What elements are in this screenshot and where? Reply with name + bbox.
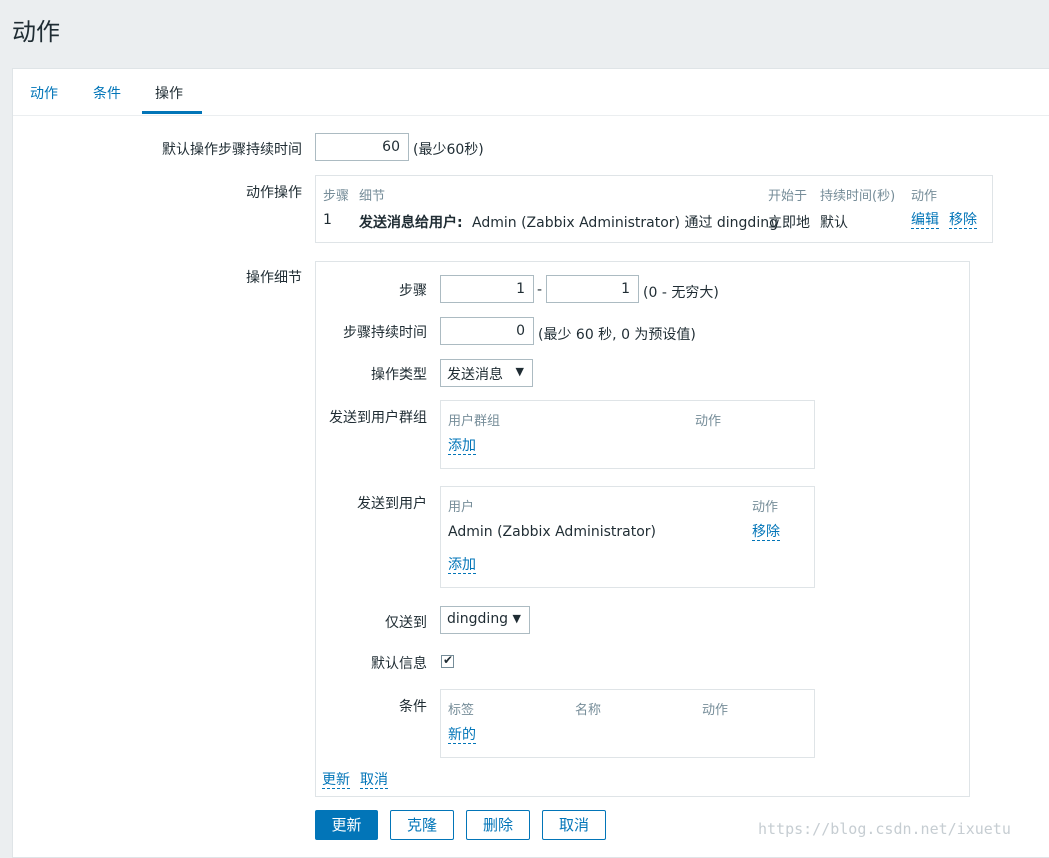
- dropdown-arrow-icon: ▼: [515, 365, 524, 378]
- operations-header-duration: 持续时间(秒): [820, 189, 896, 204]
- groups-header-action: 动作: [695, 414, 722, 429]
- page-header: 动作: [0, 0, 1049, 52]
- conditions-table: 标签 名称 动作 新的: [440, 689, 815, 758]
- default-duration-hint: (最少60秒): [413, 142, 484, 158]
- operations-header-action: 动作: [911, 189, 938, 204]
- remove-operation-link[interactable]: 移除: [949, 212, 977, 229]
- step-to-input[interactable]: [546, 275, 639, 303]
- default-duration-input[interactable]: [315, 133, 409, 161]
- add-user-link[interactable]: 添加: [448, 557, 476, 574]
- cancel-button[interactable]: 取消: [542, 810, 606, 840]
- conditions-header-action: 动作: [702, 703, 729, 718]
- dropdown-arrow-icon: ▼: [512, 612, 521, 625]
- send-groups-label: 发送到用户群组: [329, 410, 427, 426]
- op-type-value: 发送消息: [447, 367, 503, 383]
- details-update-link[interactable]: 更新: [322, 772, 350, 789]
- operation-duration: 默认: [820, 215, 848, 231]
- send-users-table: 用户 动作 Admin (Zabbix Administrator) 移除 添加: [440, 486, 815, 588]
- default-message-checkbox[interactable]: ✔: [441, 653, 454, 668]
- op-type-select[interactable]: 发送消息 ▼: [440, 359, 533, 387]
- operation-start: 立即地: [768, 215, 810, 231]
- add-group-link[interactable]: 添加: [448, 438, 476, 455]
- clone-button[interactable]: 克隆: [390, 810, 454, 840]
- step-duration-hint: (最少 60 秒, 0 为预设值): [538, 327, 696, 343]
- send-only-value: dingding: [447, 611, 509, 627]
- step-separator: -: [537, 282, 543, 298]
- op-type-label: 操作类型: [371, 367, 427, 383]
- update-button[interactable]: 更新: [315, 810, 378, 840]
- active-tab-indicator: [142, 111, 202, 114]
- step-duration-input[interactable]: [440, 317, 534, 345]
- operation-detail-text: Admin (Zabbix Administrator) 通过 dingding: [472, 215, 778, 231]
- step-duration-label: 步骤持续时间: [343, 325, 427, 341]
- users-header-user: 用户: [448, 500, 475, 515]
- operations-header-step: 步骤: [323, 189, 350, 204]
- send-only-label: 仅送到: [385, 615, 427, 631]
- new-condition-link[interactable]: 新的: [448, 727, 476, 744]
- conditions-header-tag: 标签: [448, 703, 475, 718]
- conditions-header-name: 名称: [575, 703, 602, 718]
- tab-conditions[interactable]: 条件: [93, 83, 121, 103]
- operations-label: 动作操作: [246, 185, 302, 201]
- details-cancel-link[interactable]: 取消: [360, 772, 388, 789]
- operations-header-start: 开始于: [768, 189, 808, 204]
- users-header-action: 动作: [752, 500, 779, 515]
- send-groups-table: 用户群组 动作 添加: [440, 400, 815, 469]
- steps-hint: (0 - 无穷大): [643, 285, 719, 301]
- details-label: 操作细节: [246, 270, 302, 286]
- tab-action[interactable]: 动作: [30, 83, 58, 103]
- operation-detail-bold: 发送消息给用户:: [359, 215, 463, 231]
- operations-header-detail: 细节: [359, 189, 386, 204]
- watermark: https://blog.csdn.net/ixuetu: [758, 820, 1011, 838]
- tab-bar: 动作 条件 操作: [13, 69, 1049, 116]
- edit-operation-link[interactable]: 编辑: [911, 212, 939, 229]
- default-message-label: 默认信息: [371, 656, 427, 672]
- remove-user-link[interactable]: 移除: [752, 524, 780, 541]
- default-duration-label: 默认操作步骤持续时间: [162, 142, 302, 158]
- steps-label: 步骤: [399, 283, 427, 299]
- groups-header-group: 用户群组: [448, 414, 501, 429]
- delete-button[interactable]: 删除: [466, 810, 530, 840]
- send-only-select[interactable]: dingding ▼: [440, 606, 530, 634]
- step-from-input[interactable]: [440, 275, 534, 303]
- operation-step: 1: [323, 212, 332, 228]
- checkmark-icon: ✔: [443, 653, 454, 667]
- page-title: 动作: [12, 18, 60, 46]
- conditions-label: 条件: [399, 699, 427, 715]
- send-users-label: 发送到用户: [357, 496, 427, 512]
- user-name: Admin (Zabbix Administrator): [448, 524, 656, 540]
- tab-operations[interactable]: 操作: [155, 83, 183, 103]
- operations-table: 步骤 细节 开始于 持续时间(秒) 动作 1 发送消息给用户: Admin (Z…: [315, 175, 993, 243]
